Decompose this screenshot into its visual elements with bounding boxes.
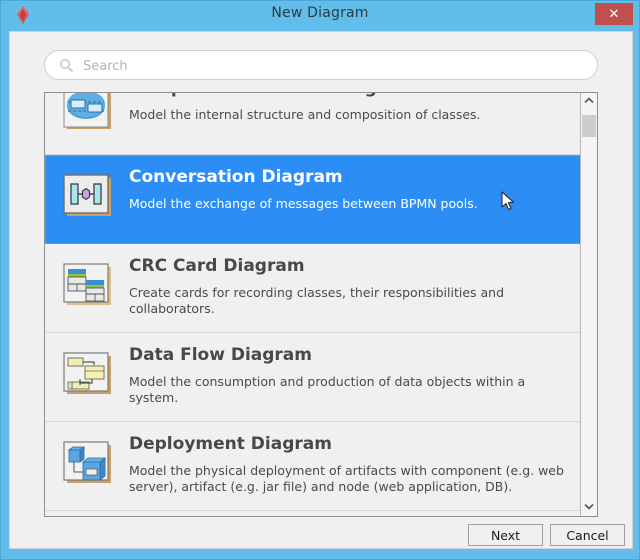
composite-structure-diagram-icon xyxy=(59,93,117,138)
list-viewport: Composite Structure Diagram Model the in… xyxy=(45,93,581,516)
list-item[interactable]: Deployment Diagram Model the physical de… xyxy=(45,422,581,511)
list-item[interactable]: Data Flow Diagram Model the consumption … xyxy=(45,333,581,422)
list-scrollbar[interactable] xyxy=(580,93,597,516)
chevron-up-icon[interactable] xyxy=(581,93,597,110)
list-item-title: Conversation Diagram xyxy=(129,167,343,187)
list-item-title: Data Flow Diagram xyxy=(129,345,312,365)
chevron-down-icon[interactable] xyxy=(581,499,597,516)
next-button[interactable]: Next xyxy=(468,524,543,546)
search-box[interactable] xyxy=(44,50,598,81)
cancel-button[interactable]: Cancel xyxy=(550,524,625,546)
list-item[interactable]: CRC Card Diagram Create cards for record… xyxy=(45,244,581,333)
list-item-selected[interactable]: Conversation Diagram Model the exchange … xyxy=(45,155,581,244)
list-item-title: Deployment Diagram xyxy=(129,434,332,454)
titlebar: New Diagram ✕ xyxy=(1,1,639,29)
deployment-diagram-icon xyxy=(59,438,117,494)
conversation-diagram-icon xyxy=(59,171,117,227)
crc-card-diagram-icon xyxy=(59,260,117,316)
list-item-title: CRC Card Diagram xyxy=(129,256,305,276)
search-icon xyxy=(59,58,74,73)
list-item-title: Composite Structure Diagram xyxy=(129,93,414,98)
list-item-description: Model the internal structure and composi… xyxy=(129,107,481,122)
data-flow-diagram-icon xyxy=(59,349,117,405)
list-item[interactable]: Composite Structure Diagram Model the in… xyxy=(45,93,581,155)
dialog-body: Composite Structure Diagram Model the in… xyxy=(9,31,633,549)
new-diagram-dialog-window: New Diagram ✕ Search Model the internal … xyxy=(0,0,640,560)
search-input[interactable] xyxy=(81,51,585,81)
window-title: New Diagram xyxy=(271,5,369,21)
diagram-type-list: Composite Structure Diagram Model the in… xyxy=(44,92,598,517)
list-item-description: Create cards for recording classes, thei… xyxy=(129,285,505,316)
close-button[interactable]: ✕ xyxy=(595,3,633,25)
list-item-description: Model the exchange of messages between B… xyxy=(129,196,478,211)
scrollbar-thumb[interactable] xyxy=(582,115,596,137)
list-item-description: Model the physical deployment of artifac… xyxy=(129,463,564,494)
list-item-description: Model the consumption and production of … xyxy=(129,374,526,405)
